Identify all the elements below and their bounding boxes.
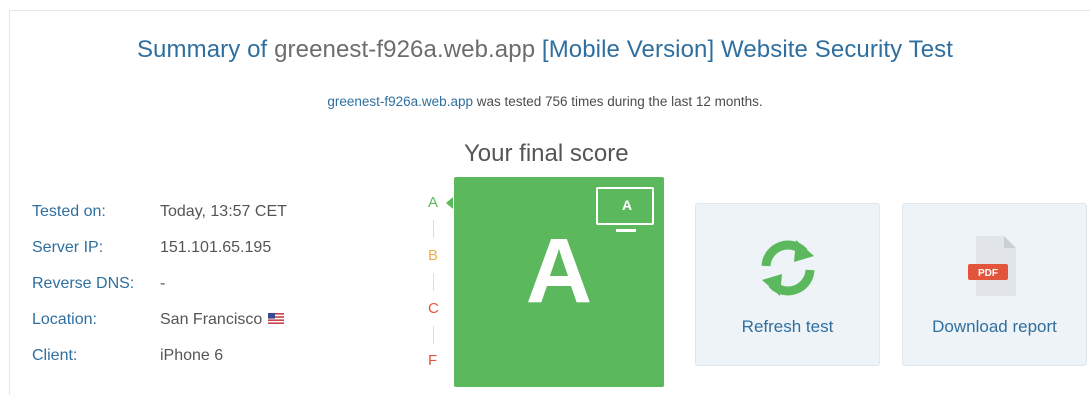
info-value: - [160,275,166,292]
title-host: greenest-f926a.web.app [274,36,536,63]
refresh-icon [761,240,815,296]
grade-divider [433,220,434,238]
refresh-test-button[interactable]: Refresh test [695,203,880,366]
download-report-label: Download report [932,317,1057,336]
info-value: 151.101.65.195 [160,239,272,256]
info-label: Tested on: [32,203,106,220]
us-flag-icon [268,313,285,325]
refresh-test-label: Refresh test [741,317,834,336]
grade-pointer-icon [446,197,453,209]
score-heading: Your final score [464,140,629,167]
title-suffix: [Mobile Version] Website Security Test [535,36,954,63]
title-prefix: Summary of [136,36,275,63]
info-label: Client: [32,347,78,364]
grade-scale-c: C [428,300,439,317]
info-label: Server IP: [32,239,104,256]
info-value: Today, 13:57 CET [160,203,287,220]
info-label: Reverse DNS: [32,275,135,292]
page-title: Summary of greenest-f926a.web.app [Mobil… [0,36,1090,64]
location-text: San Francisco [160,311,263,328]
info-value: iPhone 6 [160,347,224,364]
final-grade: A [525,220,593,322]
pdf-badge: PDF [978,268,998,279]
grade-scale-a: A [428,194,439,211]
grade-divider [433,273,434,291]
download-report-button[interactable]: PDF Download report [902,203,1087,366]
pdf-file-icon: PDF [968,236,1016,296]
test-count-text: was tested 756 times during the last 12 … [472,94,763,109]
test-count-summary: greenest-f926a.web.app was tested 756 ti… [0,94,1090,109]
grade-scale: A B C F [424,190,453,380]
grade-divider [433,326,434,344]
device-grade: A [621,197,633,213]
grade-scale-f: F [428,352,438,369]
grade-scale-b: B [428,247,439,264]
info-label: Location: [32,311,97,328]
final-score-box: A A [454,177,664,387]
info-value-location: San Francisco [160,311,285,329]
monitor-screen: A [596,187,654,225]
site-link[interactable]: greenest-f926a.web.app [327,94,473,109]
